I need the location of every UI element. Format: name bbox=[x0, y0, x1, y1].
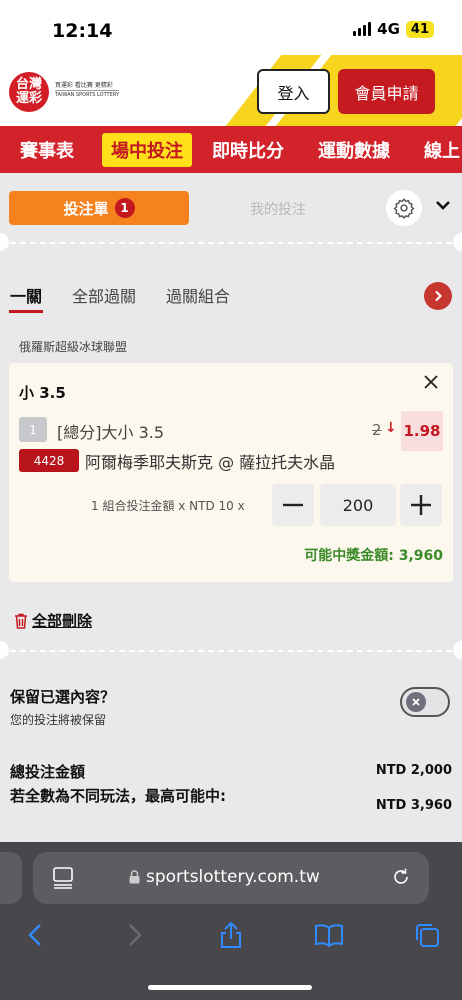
divider bbox=[0, 650, 462, 652]
divider-notch bbox=[453, 233, 462, 251]
battery-icon: 41 bbox=[405, 20, 434, 38]
nav-item-live-scores[interactable]: 即時比分 bbox=[212, 137, 284, 163]
bet-sequence: 1 bbox=[19, 417, 47, 442]
nav-item-online[interactable]: 線上 bbox=[424, 137, 460, 163]
total-stake-value: NTD 2,000 bbox=[375, 763, 452, 778]
combination-tabs: 一關 全部過關 過關組合 bbox=[0, 280, 462, 320]
nav-item-sports-data[interactable]: 運動數據 bbox=[318, 137, 390, 163]
browser-toolbar: sportslottery.com.tw bbox=[0, 842, 462, 1000]
tab-all-parlay[interactable]: 全部過關 bbox=[72, 283, 136, 307]
chevron-right-icon[interactable] bbox=[424, 282, 452, 310]
total-stake-label: 總投注金額 bbox=[10, 763, 86, 781]
logo-text: 台灣 運彩 bbox=[15, 77, 42, 106]
network-type: 4G bbox=[377, 20, 400, 38]
logo-tagline: 買運彩 看比賽 更精彩 TAIWAN SPORTS LOTTERY bbox=[55, 81, 119, 100]
status-time: 12:14 bbox=[52, 20, 113, 42]
tab-parlay-combination[interactable]: 過關組合 bbox=[166, 283, 230, 307]
match-code: 4428 bbox=[19, 449, 79, 472]
active-tab-underline bbox=[9, 310, 43, 313]
tab-bet-slip-label: 投注單 bbox=[63, 199, 109, 218]
chevron-down-icon[interactable] bbox=[434, 196, 452, 218]
nav-item-schedule[interactable]: 賽事表 bbox=[20, 137, 74, 163]
current-odds[interactable]: 1.98 bbox=[401, 411, 443, 451]
previous-odds: 2 bbox=[372, 421, 382, 439]
divider-notch bbox=[0, 233, 9, 251]
reader-icon[interactable] bbox=[53, 867, 73, 893]
stake-decrement-button[interactable] bbox=[272, 484, 314, 526]
nav-item-live-betting[interactable]: 場中投注 bbox=[102, 132, 192, 167]
url-label: sportslottery.com.tw bbox=[146, 867, 320, 887]
gear-icon[interactable] bbox=[386, 190, 422, 226]
url-text[interactable]: sportslottery.com.tw bbox=[129, 867, 320, 887]
logo-tagline-en: TAIWAN SPORTS LOTTERY bbox=[55, 90, 119, 98]
divider-notch bbox=[0, 641, 9, 659]
close-icon[interactable] bbox=[422, 373, 440, 395]
login-button[interactable]: 登入 bbox=[257, 69, 330, 114]
keep-selections-toggle[interactable] bbox=[400, 687, 450, 717]
main-nav: 賽事表 場中投注 即時比分 運動數據 線上 bbox=[0, 126, 462, 173]
stake-label: 1 組合投注金額 x NTD 10 x bbox=[91, 499, 245, 513]
status-right: 4G 41 bbox=[353, 20, 434, 38]
site-header: 台灣 運彩 買運彩 看比賽 更精彩 TAIWAN SPORTS LOTTERY … bbox=[0, 55, 462, 126]
back-icon[interactable] bbox=[20, 920, 50, 950]
potential-payout-value: 3,960 bbox=[398, 548, 443, 564]
logo-tagline-zh: 買運彩 看比賽 更精彩 bbox=[55, 82, 113, 89]
keep-selections-title: 保留已選內容？ bbox=[10, 688, 116, 706]
tab-bet-slip[interactable]: 投注單 1 bbox=[9, 191, 189, 225]
logo[interactable]: 台灣 運彩 bbox=[9, 72, 49, 112]
bet-market: [總分]大小 3.5 bbox=[57, 423, 165, 442]
potential-payout: 可能中獎金額: 3,960 bbox=[304, 545, 443, 565]
forward-icon[interactable] bbox=[120, 920, 150, 950]
signal-icon bbox=[353, 22, 372, 36]
potential-payout-label: 可能中獎金額: bbox=[304, 548, 394, 564]
delete-all-label: 全部刪除 bbox=[32, 612, 93, 630]
tabs-icon[interactable] bbox=[412, 920, 442, 950]
league-name: 俄羅斯超級冰球聯盟 bbox=[19, 340, 128, 354]
bet-card: 小 3.5 1 [總分]大小 3.5 2 ↓ 1.98 4428 阿爾梅季耶夫斯… bbox=[9, 363, 453, 582]
register-button[interactable]: 會員申請 bbox=[338, 69, 435, 114]
reload-icon[interactable] bbox=[391, 867, 411, 891]
bet-count-badge: 1 bbox=[114, 198, 135, 218]
keep-selections-subtitle: 您的投注將被保留 bbox=[10, 713, 107, 727]
match-name: 阿爾梅季耶夫斯克 @ 薩拉托夫水晶 bbox=[85, 453, 336, 472]
status-bar: 12:14 4G 41 bbox=[0, 0, 462, 62]
delete-all-button[interactable]: 全部刪除 bbox=[14, 610, 92, 631]
address-bar[interactable]: sportslottery.com.tw bbox=[33, 852, 429, 904]
trash-icon bbox=[15, 613, 27, 629]
bookmarks-icon[interactable] bbox=[314, 920, 344, 950]
divider bbox=[0, 242, 462, 244]
stake-input[interactable]: 200 bbox=[320, 484, 396, 526]
lock-icon bbox=[129, 870, 140, 884]
tab-single[interactable]: 一關 bbox=[10, 283, 42, 307]
bet-selection: 小 3.5 bbox=[19, 384, 66, 402]
odds-down-arrow-icon: ↓ bbox=[385, 420, 397, 436]
stake-increment-button[interactable] bbox=[400, 484, 442, 526]
tab-my-bets[interactable]: 我的投注 bbox=[250, 199, 306, 219]
max-payout-label: 若全數為不同玩法，最高可能中: bbox=[10, 787, 227, 805]
max-payout-value: NTD 3,960 bbox=[375, 798, 452, 813]
previous-tab-stub[interactable] bbox=[0, 852, 22, 904]
toggle-off-icon bbox=[406, 692, 426, 712]
divider-notch bbox=[453, 641, 462, 659]
bet-tabs: 投注單 1 我的投注 bbox=[0, 182, 462, 232]
home-indicator bbox=[148, 985, 312, 990]
share-icon[interactable] bbox=[216, 920, 246, 950]
